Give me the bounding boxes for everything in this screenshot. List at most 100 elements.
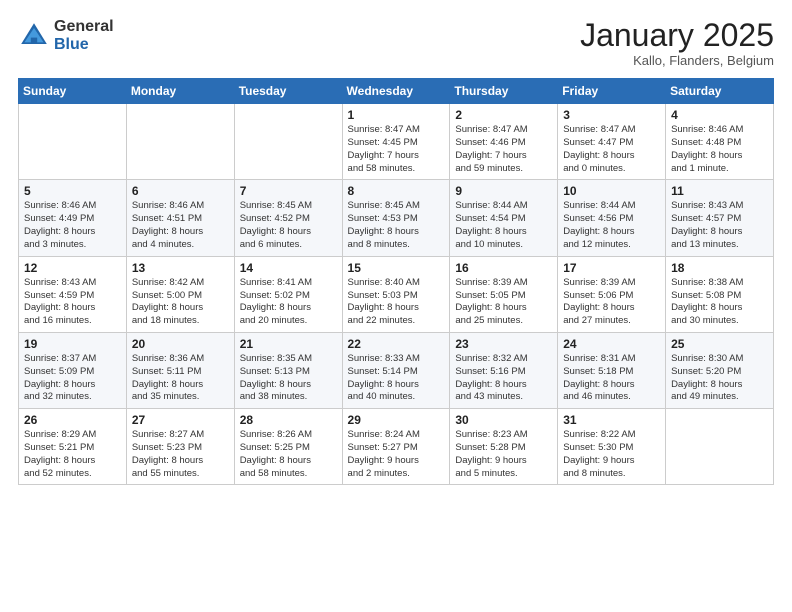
location: Kallo, Flanders, Belgium — [580, 53, 774, 68]
day-number: 12 — [24, 261, 121, 275]
calendar-cell: 12 Sunrise: 8:43 AM Sunset: 4:59 PM Dayli… — [19, 256, 127, 332]
calendar-cell — [666, 409, 774, 485]
day-number: 5 — [24, 184, 121, 198]
day-info: Sunrise: 8:43 AM Sunset: 4:57 PM Dayligh… — [671, 200, 768, 251]
day-number: 23 — [455, 337, 552, 351]
day-number: 27 — [132, 413, 229, 427]
logo-blue-text: Blue — [54, 36, 114, 54]
calendar-cell: 18Sunrise: 8:38 AM Sunset: 5:08 PM Dayli… — [666, 256, 774, 332]
calendar-week-5: 26Sunrise: 8:29 AM Sunset: 5:21 PM Dayli… — [19, 409, 774, 485]
calendar-cell: 2Sunrise: 8:47 AM Sunset: 4:46 PM Daylig… — [450, 104, 558, 180]
calendar-cell: 5Sunrise: 8:46 AM Sunset: 4:49 PM Daylig… — [19, 180, 127, 256]
calendar-cell: 23 Sunrise: 8:32 AM Sunset: 5:16 PM Dayli… — [450, 332, 558, 408]
calendar-cell: 1 Sunrise: 8:47 AM Sunset: 4:45 PM Daylig… — [342, 104, 450, 180]
day-info: Sunrise: 8:22 AM Sunset: 5:30 PM Dayligh… — [563, 429, 660, 480]
day-info: Sunrise: 8:37 AM Sunset: 5:09 PM Dayligh… — [24, 353, 121, 404]
calendar-cell: 30 Sunrise: 8:23 AM Sunset: 5:28 PM Dayli… — [450, 409, 558, 485]
day-number: 4 — [671, 108, 768, 122]
calendar-cell: 29Sunrise: 8:24 AM Sunset: 5:27 PM Dayli… — [342, 409, 450, 485]
calendar-cell: 19 Sunrise: 8:37 AM Sunset: 5:09 PM Dayli… — [19, 332, 127, 408]
day-info: Sunrise: 8:39 AM Sunset: 5:05 PM Dayligh… — [455, 277, 552, 328]
th-tuesday: Tuesday — [234, 79, 342, 104]
calendar-cell: 21Sunrise: 8:35 AM Sunset: 5:13 PM Dayli… — [234, 332, 342, 408]
day-info: Sunrise: 8:32 AM Sunset: 5:16 PM Dayligh… — [455, 353, 552, 404]
calendar-cell: 4 Sunrise: 8:46 AM Sunset: 4:48 PM Daylig… — [666, 104, 774, 180]
calendar-cell: 20Sunrise: 8:36 AM Sunset: 5:11 PM Dayli… — [126, 332, 234, 408]
calendar-cell: 22 Sunrise: 8:33 AM Sunset: 5:14 PM Dayli… — [342, 332, 450, 408]
calendar-cell: 7Sunrise: 8:45 AM Sunset: 4:52 PM Daylig… — [234, 180, 342, 256]
calendar-week-3: 12 Sunrise: 8:43 AM Sunset: 4:59 PM Dayli… — [19, 256, 774, 332]
day-info: Sunrise: 8:39 AM Sunset: 5:06 PM Dayligh… — [563, 277, 660, 328]
day-info: Sunrise: 8:43 AM Sunset: 4:59 PM Dayligh… — [24, 277, 121, 328]
calendar-cell — [234, 104, 342, 180]
calendar-cell: 10 Sunrise: 8:44 AM Sunset: 4:56 PM Dayli… — [558, 180, 666, 256]
header: General Blue January 2025 Kallo, Flander… — [18, 18, 774, 68]
logo-general-text: General — [54, 18, 114, 36]
day-info: Sunrise: 8:42 AM Sunset: 5:00 PM Dayligh… — [132, 277, 229, 328]
day-number: 1 — [348, 108, 445, 122]
day-number: 30 — [455, 413, 552, 427]
calendar-cell — [19, 104, 127, 180]
calendar-cell: 13 Sunrise: 8:42 AM Sunset: 5:00 PM Dayli… — [126, 256, 234, 332]
day-info: Sunrise: 8:30 AM Sunset: 5:20 PM Dayligh… — [671, 353, 768, 404]
calendar-cell: 6Sunrise: 8:46 AM Sunset: 4:51 PM Daylig… — [126, 180, 234, 256]
calendar-cell: 16Sunrise: 8:39 AM Sunset: 5:05 PM Dayli… — [450, 256, 558, 332]
calendar-cell: 28Sunrise: 8:26 AM Sunset: 5:25 PM Dayli… — [234, 409, 342, 485]
month-title: January 2025 — [580, 18, 774, 53]
day-info: Sunrise: 8:27 AM Sunset: 5:23 PM Dayligh… — [132, 429, 229, 480]
day-info: Sunrise: 8:35 AM Sunset: 5:13 PM Dayligh… — [240, 353, 337, 404]
day-number: 29 — [348, 413, 445, 427]
calendar-cell: 17Sunrise: 8:39 AM Sunset: 5:06 PM Dayli… — [558, 256, 666, 332]
calendar-cell: 31 Sunrise: 8:22 AM Sunset: 5:30 PM Dayli… — [558, 409, 666, 485]
day-number: 9 — [455, 184, 552, 198]
calendar-cell: 27 Sunrise: 8:27 AM Sunset: 5:23 PM Dayli… — [126, 409, 234, 485]
logo-text: General Blue — [54, 18, 114, 53]
day-number: 24 — [563, 337, 660, 351]
calendar-cell: 26Sunrise: 8:29 AM Sunset: 5:21 PM Dayli… — [19, 409, 127, 485]
day-number: 31 — [563, 413, 660, 427]
day-number: 28 — [240, 413, 337, 427]
day-info: Sunrise: 8:47 AM Sunset: 4:46 PM Dayligh… — [455, 124, 552, 175]
calendar-week-4: 19 Sunrise: 8:37 AM Sunset: 5:09 PM Dayli… — [19, 332, 774, 408]
calendar-cell: 11 Sunrise: 8:43 AM Sunset: 4:57 PM Dayli… — [666, 180, 774, 256]
logo: General Blue — [18, 18, 114, 53]
th-monday: Monday — [126, 79, 234, 104]
day-info: Sunrise: 8:44 AM Sunset: 4:56 PM Dayligh… — [563, 200, 660, 251]
day-number: 15 — [348, 261, 445, 275]
day-number: 19 — [24, 337, 121, 351]
day-info: Sunrise: 8:46 AM Sunset: 4:48 PM Dayligh… — [671, 124, 768, 175]
th-friday: Friday — [558, 79, 666, 104]
day-number: 14 — [240, 261, 337, 275]
day-info: Sunrise: 8:33 AM Sunset: 5:14 PM Dayligh… — [348, 353, 445, 404]
th-wednesday: Wednesday — [342, 79, 450, 104]
calendar-table: Sunday Monday Tuesday Wednesday Thursday… — [18, 78, 774, 485]
day-number: 13 — [132, 261, 229, 275]
page: General Blue January 2025 Kallo, Flander… — [0, 0, 792, 612]
day-info: Sunrise: 8:44 AM Sunset: 4:54 PM Dayligh… — [455, 200, 552, 251]
day-number: 11 — [671, 184, 768, 198]
calendar-cell: 24Sunrise: 8:31 AM Sunset: 5:18 PM Dayli… — [558, 332, 666, 408]
day-info: Sunrise: 8:36 AM Sunset: 5:11 PM Dayligh… — [132, 353, 229, 404]
calendar-cell: 14 Sunrise: 8:41 AM Sunset: 5:02 PM Dayli… — [234, 256, 342, 332]
day-info: Sunrise: 8:40 AM Sunset: 5:03 PM Dayligh… — [348, 277, 445, 328]
th-sunday: Sunday — [19, 79, 127, 104]
header-row: Sunday Monday Tuesday Wednesday Thursday… — [19, 79, 774, 104]
th-thursday: Thursday — [450, 79, 558, 104]
day-info: Sunrise: 8:23 AM Sunset: 5:28 PM Dayligh… — [455, 429, 552, 480]
day-number: 22 — [348, 337, 445, 351]
th-saturday: Saturday — [666, 79, 774, 104]
calendar-cell: 8Sunrise: 8:45 AM Sunset: 4:53 PM Daylig… — [342, 180, 450, 256]
day-number: 18 — [671, 261, 768, 275]
calendar-cell: 25 Sunrise: 8:30 AM Sunset: 5:20 PM Dayli… — [666, 332, 774, 408]
calendar-cell — [126, 104, 234, 180]
day-number: 25 — [671, 337, 768, 351]
day-info: Sunrise: 8:47 AM Sunset: 4:45 PM Dayligh… — [348, 124, 445, 175]
calendar-cell: 3Sunrise: 8:47 AM Sunset: 4:47 PM Daylig… — [558, 104, 666, 180]
day-info: Sunrise: 8:41 AM Sunset: 5:02 PM Dayligh… — [240, 277, 337, 328]
calendar-week-2: 5Sunrise: 8:46 AM Sunset: 4:49 PM Daylig… — [19, 180, 774, 256]
day-number: 10 — [563, 184, 660, 198]
calendar-cell: 9 Sunrise: 8:44 AM Sunset: 4:54 PM Daylig… — [450, 180, 558, 256]
day-number: 6 — [132, 184, 229, 198]
day-info: Sunrise: 8:47 AM Sunset: 4:47 PM Dayligh… — [563, 124, 660, 175]
day-info: Sunrise: 8:45 AM Sunset: 4:52 PM Dayligh… — [240, 200, 337, 251]
